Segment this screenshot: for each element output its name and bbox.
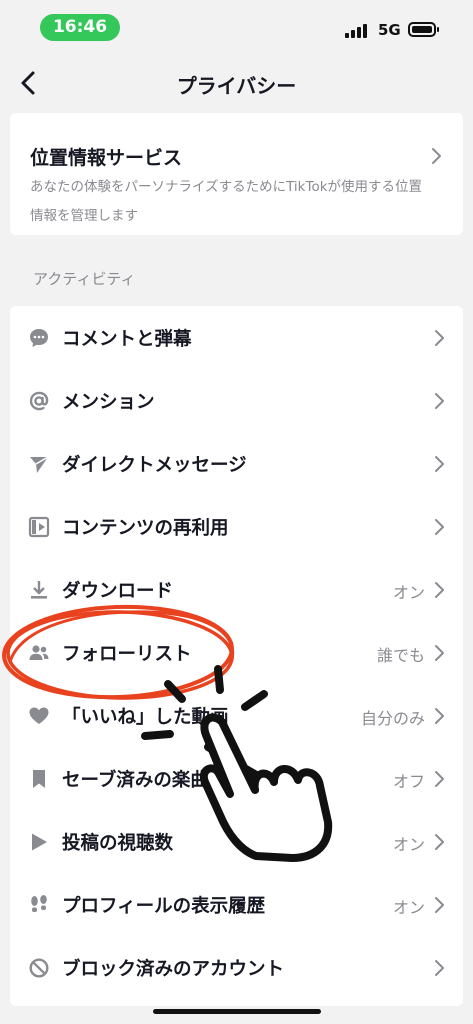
status-bar: 16:46 5G bbox=[0, 0, 473, 56]
navigation-bar: プライバシー bbox=[0, 58, 473, 108]
network-label: 5G bbox=[378, 21, 401, 39]
block-icon bbox=[29, 958, 49, 978]
chevron-right-icon bbox=[435, 708, 444, 724]
row-direct-messages[interactable]: ダイレクトメッセージ bbox=[10, 432, 463, 494]
row-value: 誰でも bbox=[376, 646, 425, 665]
row-comments[interactable]: コメントと弾幕 bbox=[10, 306, 463, 368]
heart-icon bbox=[29, 707, 49, 724]
comment-icon bbox=[30, 329, 48, 347]
section-header-activity: アクティビティ bbox=[33, 270, 136, 288]
row-profile-view-history[interactable]: プロフィールの表示履歴 オン bbox=[10, 873, 463, 935]
chevron-right-icon bbox=[435, 456, 444, 472]
chevron-right-icon bbox=[435, 834, 444, 850]
chevron-right-icon bbox=[432, 148, 441, 164]
row-label: メンション bbox=[62, 392, 155, 413]
row-label: プロフィールの表示履歴 bbox=[62, 896, 266, 917]
footprints-icon bbox=[31, 895, 47, 912]
row-label: フォローリスト bbox=[62, 644, 192, 665]
row-downloads[interactable]: ダウンロード オン bbox=[10, 558, 463, 620]
chevron-right-icon bbox=[435, 897, 444, 913]
row-label: 「いいね」した動画 bbox=[62, 707, 229, 728]
chevron-right-icon bbox=[435, 519, 444, 535]
row-content-reuse[interactable]: コンテンツの再利用 bbox=[10, 495, 463, 557]
activity-settings-list: コメントと弾幕 メンション ダイレクトメッセージ コンテンツの再利用 ダウンロー… bbox=[10, 306, 463, 1006]
row-post-views[interactable]: 投稿の視聴数 オン bbox=[10, 810, 463, 872]
row-blocked-accounts[interactable]: ブロック済みのアカウント bbox=[10, 936, 463, 998]
download-icon bbox=[31, 581, 47, 599]
row-label: 投稿の視聴数 bbox=[62, 833, 174, 854]
row-value: オン bbox=[392, 835, 425, 854]
row-mentions[interactable]: メンション bbox=[10, 369, 463, 431]
row-value: オン bbox=[392, 583, 425, 602]
row-value: 自分のみ bbox=[360, 709, 425, 728]
chevron-right-icon bbox=[435, 582, 444, 598]
play-icon bbox=[32, 833, 47, 851]
home-indicator[interactable] bbox=[153, 1009, 321, 1014]
battery-icon bbox=[408, 22, 439, 37]
at-icon bbox=[29, 391, 49, 411]
row-label: ダウンロード bbox=[62, 581, 174, 602]
row-label: セーブ済みの楽曲 bbox=[62, 770, 209, 791]
row-value: オン bbox=[392, 898, 425, 917]
people-icon bbox=[29, 645, 49, 660]
row-label: ダイレクトメッセージ bbox=[62, 455, 247, 476]
row-label: ブロック済みのアカウント bbox=[62, 959, 285, 980]
row-label: コメントと弾幕 bbox=[62, 329, 192, 350]
page-title: プライバシー bbox=[176, 74, 297, 98]
location-services-title: 位置情報サービス bbox=[30, 147, 183, 169]
row-following-list[interactable]: フォローリスト 誰でも bbox=[10, 621, 463, 683]
status-time: 16:46 bbox=[40, 14, 120, 41]
reuse-icon bbox=[28, 516, 50, 538]
chevron-right-icon bbox=[435, 771, 444, 787]
row-saved-songs[interactable]: セーブ済みの楽曲 オフ bbox=[10, 747, 463, 809]
signal-icon bbox=[345, 24, 371, 38]
chevron-right-icon bbox=[435, 393, 444, 409]
location-services-item[interactable]: 位置情報サービス あなたの体験をパーソナライズするためにTikTokが使用する位… bbox=[10, 113, 463, 235]
row-label: コンテンツの再利用 bbox=[62, 518, 229, 539]
chevron-right-icon bbox=[435, 960, 444, 976]
row-liked-videos[interactable]: 「いいね」した動画 自分のみ bbox=[10, 684, 463, 746]
send-icon bbox=[30, 456, 49, 473]
row-value: オフ bbox=[392, 772, 425, 791]
chevron-right-icon bbox=[435, 330, 444, 346]
chevron-right-icon bbox=[435, 645, 444, 661]
location-services-description: あなたの体験をパーソナライズするためにTikTokが使用する位置情報を管理します bbox=[30, 179, 423, 224]
bookmark-icon bbox=[33, 770, 45, 788]
